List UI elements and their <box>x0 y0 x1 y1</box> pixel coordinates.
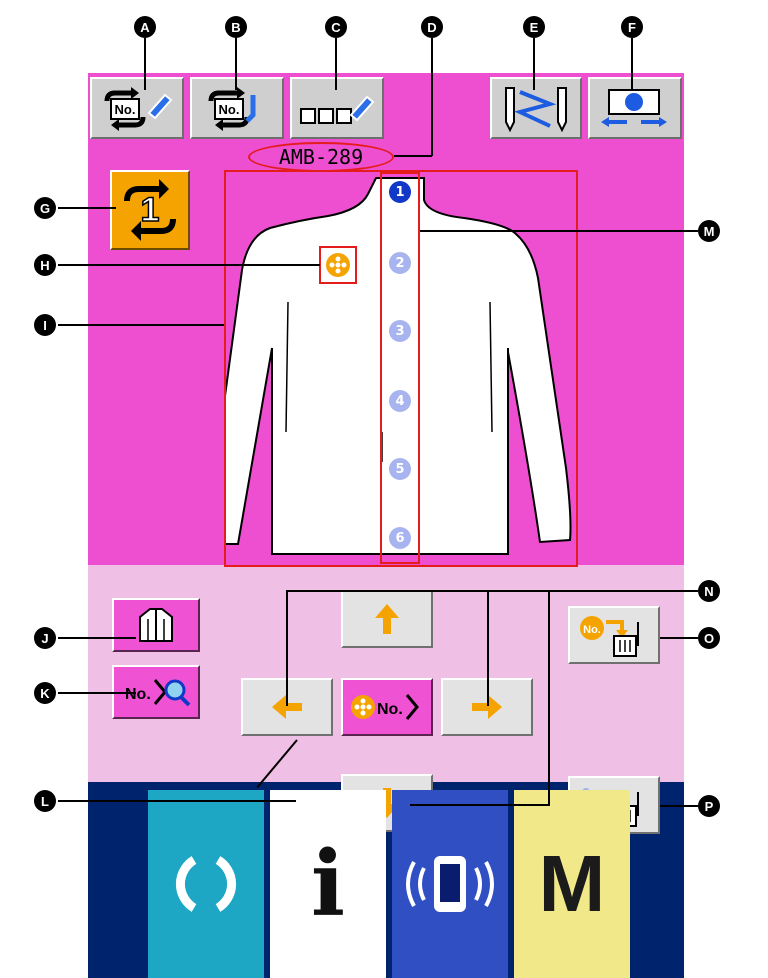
callout-line-h <box>58 264 320 266</box>
callout-line-l <box>58 800 296 802</box>
buttonhole-number-column <box>380 172 420 564</box>
callout-line-f <box>631 38 633 90</box>
callout-line-e <box>533 38 535 90</box>
callout-i: I <box>34 314 56 336</box>
communication-icon <box>406 856 494 912</box>
thread-tension-button[interactable] <box>490 77 582 139</box>
buttonhole-number-3[interactable]: 3 <box>389 320 411 342</box>
callout-line-d2 <box>394 155 432 157</box>
callout-p: P <box>698 795 720 817</box>
buttonhole-number-1[interactable]: 1 <box>389 181 411 203</box>
callout-g: G <box>34 197 56 219</box>
thread-tension-icon <box>505 87 567 133</box>
pattern-number-list-button[interactable]: No. <box>190 77 284 139</box>
callout-e: E <box>523 16 545 38</box>
presser-foot-button[interactable] <box>588 77 682 139</box>
buttonhole-number-6[interactable]: 6 <box>389 527 411 549</box>
pattern-delete-icon: No. <box>580 616 639 657</box>
pattern-name: AMB-289 <box>248 142 394 172</box>
mode-icon: M <box>538 839 606 928</box>
callout-a: A <box>134 16 156 38</box>
callout-line-p <box>660 805 698 807</box>
callout-h: H <box>34 254 56 276</box>
callout-k: K <box>34 682 56 704</box>
counter-button[interactable]: 1 <box>110 170 190 250</box>
callout-n: N <box>698 580 720 602</box>
callout-line-n <box>286 590 698 592</box>
callout-m: M <box>698 220 720 242</box>
callout-line-n-down <box>548 590 550 806</box>
callout-j: J <box>34 627 56 649</box>
name-input-icon <box>300 95 375 124</box>
callout-line-n-right <box>487 590 489 706</box>
svg-text:No.: No. <box>377 701 403 718</box>
counter-icon: 1 <box>124 179 176 241</box>
callout-line-i <box>58 324 224 326</box>
arrow-up-icon <box>375 604 399 634</box>
buttonhole-pattern-button[interactable]: No. <box>341 678 433 736</box>
ready-icon <box>175 856 237 912</box>
callout-line-n-down2 <box>410 804 550 806</box>
svg-text:No.: No. <box>583 624 601 636</box>
callout-l: L <box>34 790 56 812</box>
buttonhole-number-5[interactable]: 5 <box>389 458 411 480</box>
callout-c: C <box>325 16 347 38</box>
buttonhole-pattern-icon: No. <box>351 694 419 720</box>
pattern-number-list-icon: No. <box>208 87 256 131</box>
callout-d: D <box>421 16 443 38</box>
information-icon: i <box>310 831 346 937</box>
communication-key[interactable] <box>392 790 508 978</box>
presser-foot-icon <box>601 89 667 127</box>
information-key[interactable]: i <box>270 790 386 978</box>
garment-select-button[interactable] <box>112 598 200 652</box>
name-input-button[interactable] <box>290 77 384 139</box>
pattern-delete-button[interactable]: No. <box>568 606 660 664</box>
up-arrow-button[interactable] <box>341 590 433 648</box>
callout-line-n-left <box>286 590 288 706</box>
svg-text:No.: No. <box>219 102 240 117</box>
shirt-icon <box>139 608 173 642</box>
callout-line-d <box>431 38 433 156</box>
callout-o: O <box>698 627 720 649</box>
buttonhole-position-marker[interactable] <box>319 246 357 284</box>
buttonhole-icon <box>326 253 350 277</box>
svg-text:No.: No. <box>125 686 151 703</box>
buttonhole-number-2[interactable]: 2 <box>389 252 411 274</box>
svg-text:No.: No. <box>115 102 136 117</box>
callout-line-k <box>58 692 136 694</box>
callout-line-c <box>335 38 337 90</box>
ready-key[interactable] <box>148 790 264 978</box>
callout-line-b <box>235 38 237 90</box>
mode-key[interactable]: M <box>514 790 630 978</box>
pattern-number-edit-button[interactable]: No. <box>90 77 184 139</box>
callout-line-a <box>144 38 146 90</box>
callout-b: B <box>225 16 247 38</box>
callout-line-o <box>660 637 698 639</box>
callout-line-g <box>58 207 116 209</box>
callout-line-j <box>58 637 136 639</box>
callout-line-m <box>420 230 698 232</box>
buttonhole-number-4[interactable]: 4 <box>389 390 411 412</box>
callout-f: F <box>621 16 643 38</box>
pattern-number-edit-icon: No. <box>104 87 173 131</box>
svg-text:1: 1 <box>141 191 160 229</box>
